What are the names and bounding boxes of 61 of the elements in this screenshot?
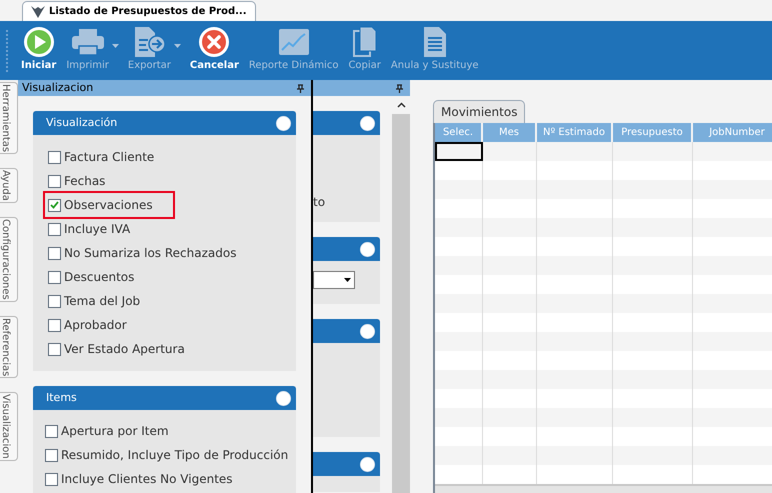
collapse-icon[interactable] [360,456,375,472]
checkbox[interactable] [48,198,61,212]
side-tab[interactable]: Ayuda [0,168,18,204]
cancel-icon [198,26,230,58]
caret-icon [344,278,351,282]
checkbox-label: No Sumariza los Rechazados [64,245,236,262]
checkbox-label: Tema del Job [64,293,140,310]
pin-icon[interactable] [296,84,305,92]
checkbox-label: Incluye Clientes No Vigentes [61,471,233,488]
checkbox[interactable] [45,424,58,438]
checkbox-label: Ver Estado Apertura [64,341,185,358]
checkbox[interactable] [45,472,58,486]
app-logo-icon [31,6,45,18]
panel-header: Visualizacion [18,80,311,96]
dropdown-field[interactable] [313,271,355,289]
export-icon [132,26,166,58]
checkbox[interactable] [48,150,61,164]
collapse-icon[interactable] [276,116,291,130]
checkbox[interactable] [48,294,61,308]
toolbar-button[interactable]: Iniciar [18,22,60,78]
checkbox-label: Apertura por Item [61,423,169,440]
collapse-icon[interactable] [360,242,375,256]
checkbox[interactable] [48,174,61,188]
line-chart-icon [278,28,310,56]
group-header: Items [33,386,296,410]
checkbox-label: Aprobador [64,317,127,334]
checkbox[interactable] [48,222,61,236]
grid-tab[interactable]: Movimientos [433,100,525,123]
toolbar-button[interactable]: Cancelar [186,22,242,78]
checkbox-label: Resumido, Incluye Tipo de Producción [61,447,288,464]
checkbox-label: Fechas [64,173,106,190]
check-icon [50,201,59,209]
checkbox-label: Incluye IVA [64,221,130,238]
checkbox[interactable] [48,246,61,260]
checkbox-label: Observaciones [64,197,153,214]
checkbox[interactable] [48,318,61,332]
side-tab[interactable]: Herramientas [0,82,18,154]
side-tab[interactable]: Referencias [0,316,18,378]
copy-icon [352,26,378,58]
checkbox-label: Descuentos [64,269,134,286]
option-label: to [313,194,326,210]
side-tab[interactable]: Configuraciones [0,217,18,302]
checkbox[interactable] [45,448,58,462]
play-icon [22,26,55,58]
pin-icon[interactable] [395,84,404,92]
side-tab[interactable]: Visualizacion [0,392,18,461]
horizontal-scrollbar[interactable] [435,484,772,493]
focused-cell[interactable] [435,142,483,161]
checkbox[interactable] [48,270,61,284]
document-icon [422,26,448,58]
checkbox[interactable] [48,342,61,356]
collapse-icon[interactable] [360,116,375,130]
document-tab[interactable]: Listado de Presupuestos de Prod... [22,1,256,21]
group-header: Visualización [33,111,296,135]
printer-icon [70,28,105,56]
column-header[interactable]: Selec. [435,123,483,142]
collapse-icon[interactable] [360,324,375,338]
scroll-up-icon[interactable] [396,102,406,108]
scrollbar[interactable] [392,96,410,493]
collapse-icon[interactable] [276,390,291,406]
checkbox-label: Factura Cliente [64,149,154,166]
